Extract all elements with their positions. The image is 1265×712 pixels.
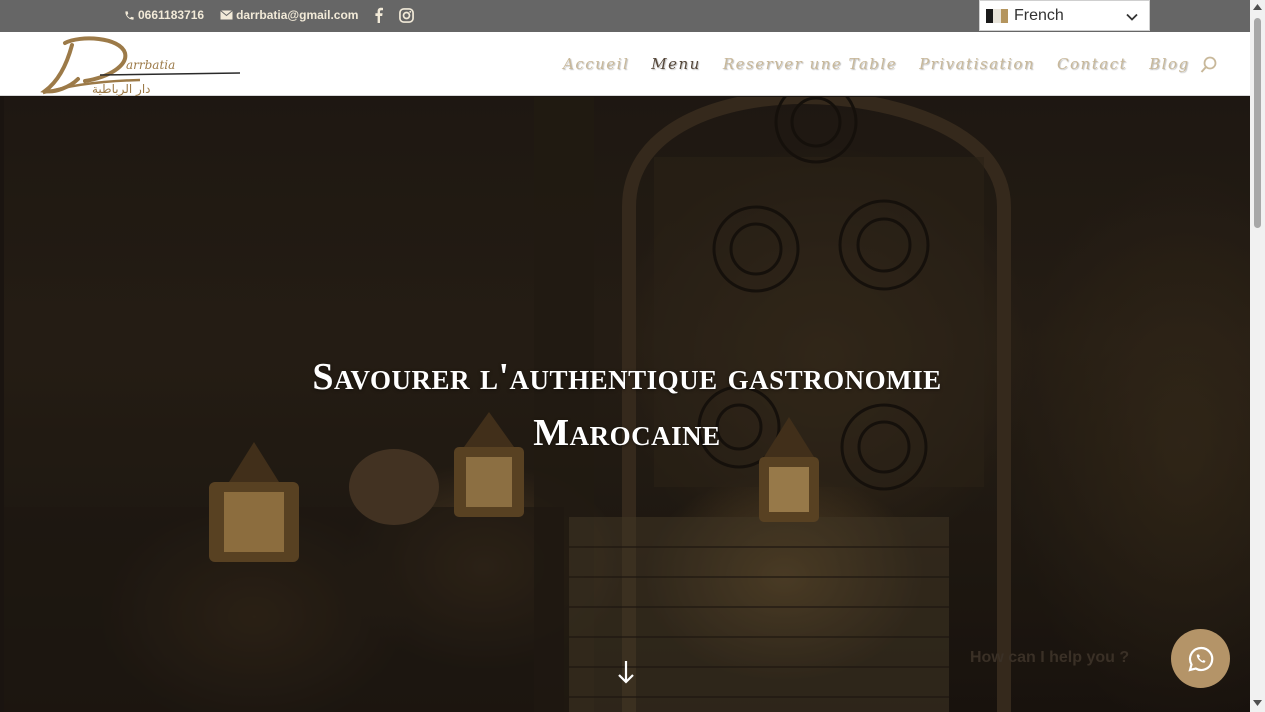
- search-icon[interactable]: [1200, 56, 1218, 74]
- language-select[interactable]: French: [979, 0, 1150, 31]
- nav-item-accueil[interactable]: Accueil: [563, 55, 629, 73]
- page-scrollbar[interactable]: [1250, 0, 1265, 712]
- scroll-down-icon[interactable]: [1253, 700, 1262, 706]
- phone-link[interactable]: 0661183716: [124, 8, 204, 22]
- whatsapp-icon: [1187, 646, 1213, 672]
- email-link[interactable]: darrbatia@gmail.com: [220, 8, 358, 22]
- dar-rbatia-logo[interactable]: arrbatia دار الرباطية: [40, 35, 245, 97]
- email-address: darrbatia@gmail.com: [236, 8, 359, 22]
- whatsapp-button[interactable]: [1171, 629, 1230, 688]
- phone-icon: [125, 10, 134, 20]
- main-nav: Accueil Menu Reserver une Table Privatis…: [563, 55, 1190, 73]
- hero-title-line1: Savourer l'authentique gastronomie: [312, 356, 942, 398]
- hero-title: Savourer l'authentique gastronomie Maroc…: [4, 349, 1250, 461]
- nav-item-blog[interactable]: Blog: [1149, 55, 1189, 73]
- hero-title-line2: Marocaine: [533, 412, 721, 454]
- hero-section: Savourer l'authentique gastronomie Maroc…: [4, 97, 1250, 712]
- scroll-down-arrow-icon[interactable]: [616, 659, 636, 685]
- svg-text:دار الرباطية: دار الرباطية: [92, 82, 151, 97]
- phone-number: 0661183716: [138, 8, 205, 22]
- envelope-icon: [220, 10, 233, 20]
- scrollbar-thumb[interactable]: [1254, 18, 1261, 228]
- nav-item-reserver[interactable]: Reserver une Table: [723, 55, 897, 73]
- chevron-down-icon: [1126, 13, 1138, 21]
- chat-prompt-text[interactable]: How can I help you ?: [970, 649, 1129, 667]
- scroll-up-icon[interactable]: [1253, 4, 1262, 10]
- instagram-icon[interactable]: [399, 7, 415, 23]
- facebook-icon[interactable]: [374, 7, 384, 23]
- nav-item-menu[interactable]: Menu: [651, 55, 701, 73]
- site-header: arrbatia دار الرباطية Accueil Menu Reser…: [0, 32, 1250, 97]
- nav-item-privatisation[interactable]: Privatisation: [919, 55, 1035, 73]
- france-flag-icon: [986, 8, 1008, 23]
- svg-text:arrbatia: arrbatia: [126, 58, 175, 72]
- nav-item-contact[interactable]: Contact: [1057, 55, 1127, 73]
- contact-info: 0661183716 darrbatia@gmail.com: [124, 7, 415, 23]
- language-selected-label: French: [1014, 6, 1064, 24]
